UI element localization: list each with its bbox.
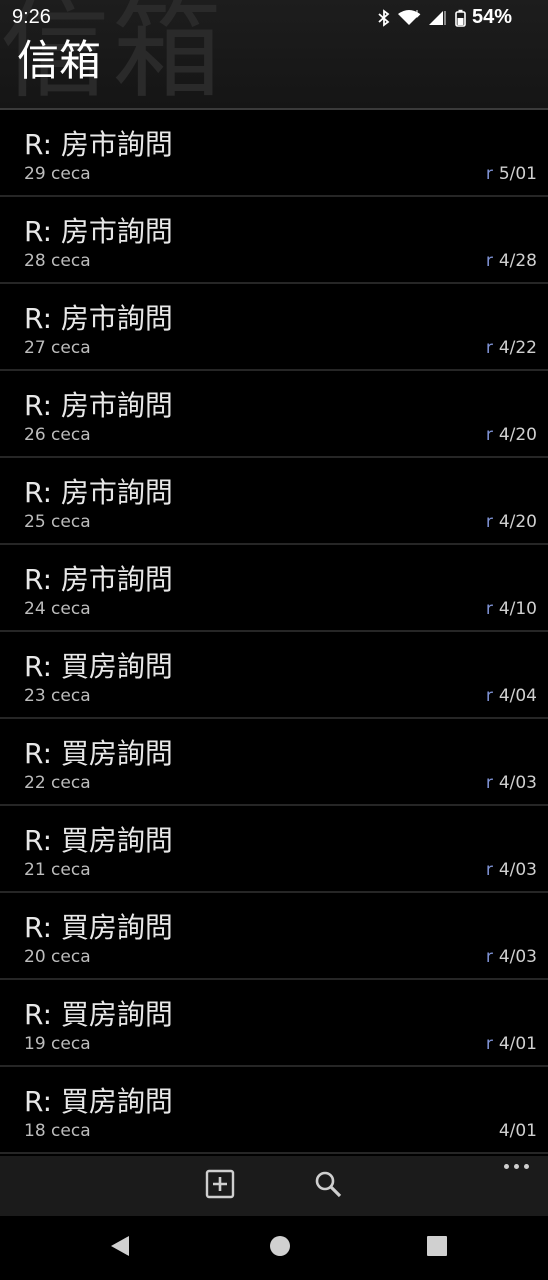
message-subject: R: 買房詢問: [24, 650, 173, 683]
home-button[interactable]: [260, 1228, 300, 1268]
message-count: 25 ceca: [24, 512, 91, 532]
system-nav-bar: [0, 1216, 548, 1280]
message-date-group: r 4/22: [486, 338, 537, 358]
message-row[interactable]: R: 房市詢問 27 ceca r 4/22: [0, 284, 548, 371]
message-row[interactable]: R: 房市詢問 26 ceca r 4/20: [0, 371, 548, 458]
message-subject: R: 房市詢問: [24, 302, 173, 335]
message-date-group: r 4/20: [486, 512, 537, 532]
message-subject: R: 房市詢問: [24, 389, 173, 422]
message-date: 4/20: [498, 512, 537, 532]
message-subject: R: 房市詢問: [24, 476, 173, 509]
bluetooth-icon: [377, 8, 391, 27]
message-date: 4/22: [498, 338, 537, 358]
add-box-icon: [205, 1169, 235, 1203]
reply-flag: r: [485, 599, 493, 619]
message-date: 4/03: [498, 947, 537, 967]
reply-flag: r: [485, 425, 493, 445]
message-date-group: r 4/20: [486, 425, 537, 445]
message-date: 4/03: [498, 860, 537, 880]
message-date: 4/03: [498, 773, 537, 793]
message-row[interactable]: R: 房市詢問 28 ceca r 4/28: [0, 197, 548, 284]
message-count: 20 ceca: [24, 947, 91, 967]
message-subject: R: 買房詢問: [24, 1085, 173, 1118]
status-time: 9:26: [12, 6, 51, 28]
message-count: 21 ceca: [24, 860, 91, 880]
status-bar: 9:26 54%: [0, 0, 548, 34]
message-date-group: r 4/04: [486, 686, 537, 706]
message-subject: R: 買房詢問: [24, 824, 173, 857]
message-date-group: 4/01: [493, 1121, 537, 1141]
message-count: 27 ceca: [24, 338, 91, 358]
reply-flag: r: [485, 860, 493, 880]
reply-flag: r: [485, 773, 493, 793]
reply-flag: r: [485, 1034, 493, 1054]
message-row[interactable]: R: 買房詢問 22 ceca r 4/03: [0, 719, 548, 806]
message-subject: R: 房市詢問: [24, 128, 173, 161]
reply-flag: r: [485, 512, 493, 532]
message-date: 4/28: [498, 251, 537, 271]
message-row[interactable]: R: 房市詢問 25 ceca r 4/20: [0, 458, 548, 545]
battery-percent: 54%: [471, 6, 512, 28]
message-date-group: r 4/01: [486, 1034, 537, 1054]
message-count: 23 ceca: [24, 686, 91, 706]
more-dot: [524, 1164, 529, 1169]
message-count: 24 ceca: [24, 599, 91, 619]
message-count: 28 ceca: [24, 251, 91, 271]
battery-icon: [455, 9, 466, 27]
message-count: 29 ceca: [24, 164, 91, 184]
status-icons: 54%: [377, 6, 512, 29]
message-date: 4/01: [498, 1121, 537, 1141]
search-icon: [313, 1169, 343, 1203]
search-button[interactable]: [304, 1162, 352, 1210]
back-button[interactable]: [100, 1228, 140, 1268]
message-subject: R: 房市詢問: [24, 215, 173, 248]
bottom-toolbar: [0, 1156, 548, 1216]
reply-flag: r: [485, 947, 493, 967]
reply-flag: r: [485, 251, 493, 271]
reply-flag: r: [485, 686, 493, 706]
message-date: 4/20: [498, 425, 537, 445]
message-date-group: r 4/10: [486, 599, 537, 619]
message-date: 4/01: [498, 1034, 537, 1054]
message-list: R: 房市詢問 29 ceca r 5/01 R: 房市詢問 28 ceca r 4/28 R:…: [0, 110, 548, 1156]
wifi-icon: [397, 9, 421, 27]
message-count: 26 ceca: [24, 425, 91, 445]
message-count: 18 ceca: [24, 1121, 91, 1141]
message-date-group: r 4/28: [486, 251, 537, 271]
more-dot: [514, 1164, 519, 1169]
page-title: 信箱: [17, 36, 102, 85]
message-subject: R: 買房詢問: [24, 911, 173, 944]
message-subject: R: 買房詢問: [24, 737, 173, 770]
message-row[interactable]: R: 買房詢問 18 ceca 4/01: [0, 1067, 548, 1154]
back-triangle-icon: [109, 1234, 131, 1262]
message-count: 22 ceca: [24, 773, 91, 793]
reply-flag: r: [485, 164, 493, 184]
message-row[interactable]: R: 買房詢問 20 ceca r 4/03: [0, 893, 548, 980]
signal-icon: [427, 9, 449, 27]
home-circle-icon: [269, 1235, 291, 1261]
message-subject: R: 房市詢問: [24, 563, 173, 596]
message-row[interactable]: R: 買房詢問 21 ceca r 4/03: [0, 806, 548, 893]
message-date: 5/01: [498, 164, 537, 184]
message-count: 19 ceca: [24, 1034, 91, 1054]
message-row[interactable]: R: 房市詢問 24 ceca r 4/10: [0, 545, 548, 632]
message-row[interactable]: R: 買房詢問 23 ceca r 4/04: [0, 632, 548, 719]
message-date: 4/04: [498, 686, 537, 706]
message-date: 4/10: [498, 599, 537, 619]
message-date-group: r 4/03: [486, 773, 537, 793]
recents-button[interactable]: [417, 1228, 457, 1268]
more-dot: [504, 1164, 509, 1169]
more-options-button[interactable]: [504, 1164, 534, 1174]
message-date-group: r 4/03: [486, 947, 537, 967]
recents-square-icon: [427, 1236, 447, 1260]
message-subject: R: 買房詢問: [24, 998, 173, 1031]
message-row[interactable]: R: 買房詢問 19 ceca r 4/01: [0, 980, 548, 1067]
message-row[interactable]: R: 房市詢問 29 ceca r 5/01: [0, 110, 548, 197]
message-date-group: r 4/03: [486, 860, 537, 880]
compose-button[interactable]: [196, 1162, 244, 1210]
reply-flag: r: [485, 338, 493, 358]
message-date-group: r 5/01: [486, 164, 537, 184]
